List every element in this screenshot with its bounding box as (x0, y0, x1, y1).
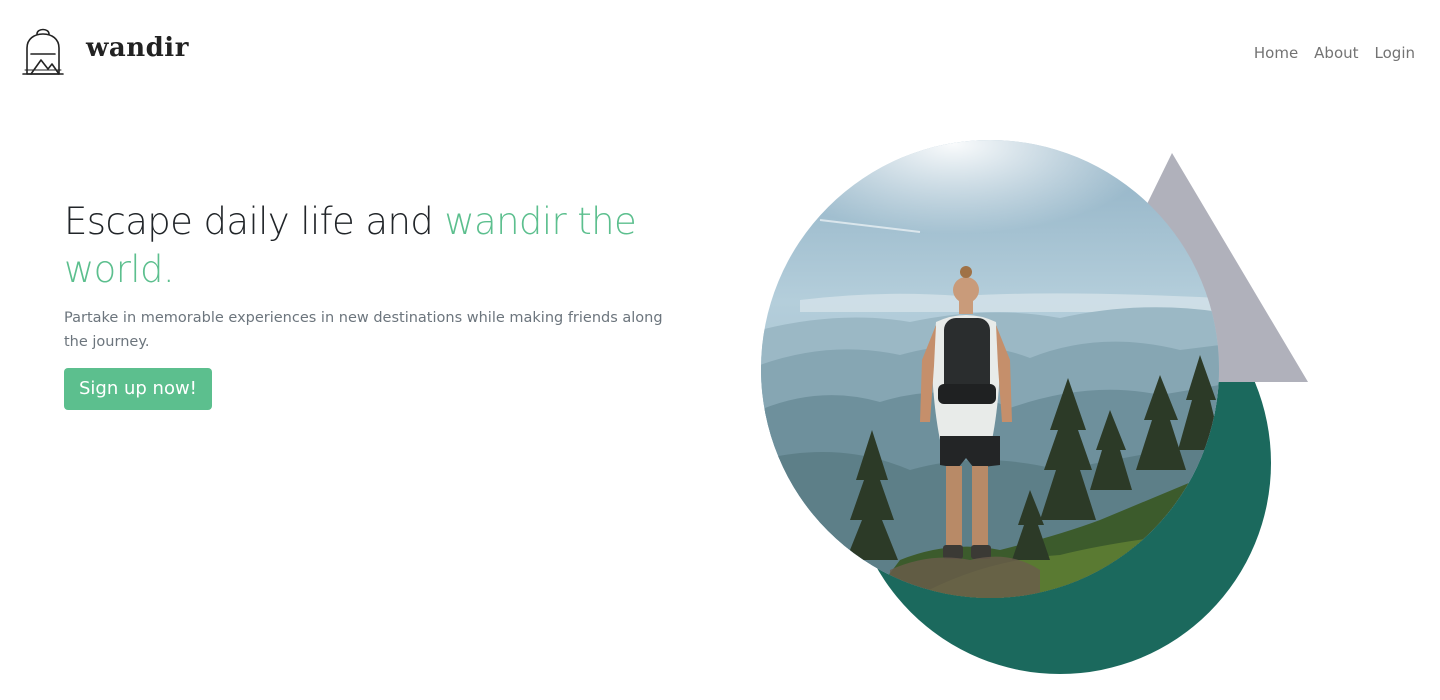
hero-subtitle: Partake in memorable experiences in new … (64, 310, 663, 350)
nav-home-link[interactable]: Home (1254, 44, 1298, 62)
navbar: wandir Home About Login (0, 0, 1440, 100)
backpack-icon (22, 28, 64, 75)
brand-name: wandir (86, 33, 189, 63)
nav-about-link[interactable]: About (1314, 44, 1358, 62)
hero-title-main: Escape daily life and (64, 200, 445, 243)
hero-graphic (761, 140, 1308, 674)
landing-page: wandir Home About Login Escape daily lif… (0, 0, 1440, 700)
brand-link[interactable]: wandir (20, 26, 189, 76)
nav-login-link[interactable]: Login (1375, 44, 1415, 62)
sign-up-button[interactable]: Sign up now! (64, 368, 212, 410)
nav-links: Home About Login (1254, 44, 1415, 62)
hero-section: Escape daily life and wandir the world. … (64, 198, 704, 410)
hero-title: Escape daily life and wandir the world. (64, 198, 704, 294)
